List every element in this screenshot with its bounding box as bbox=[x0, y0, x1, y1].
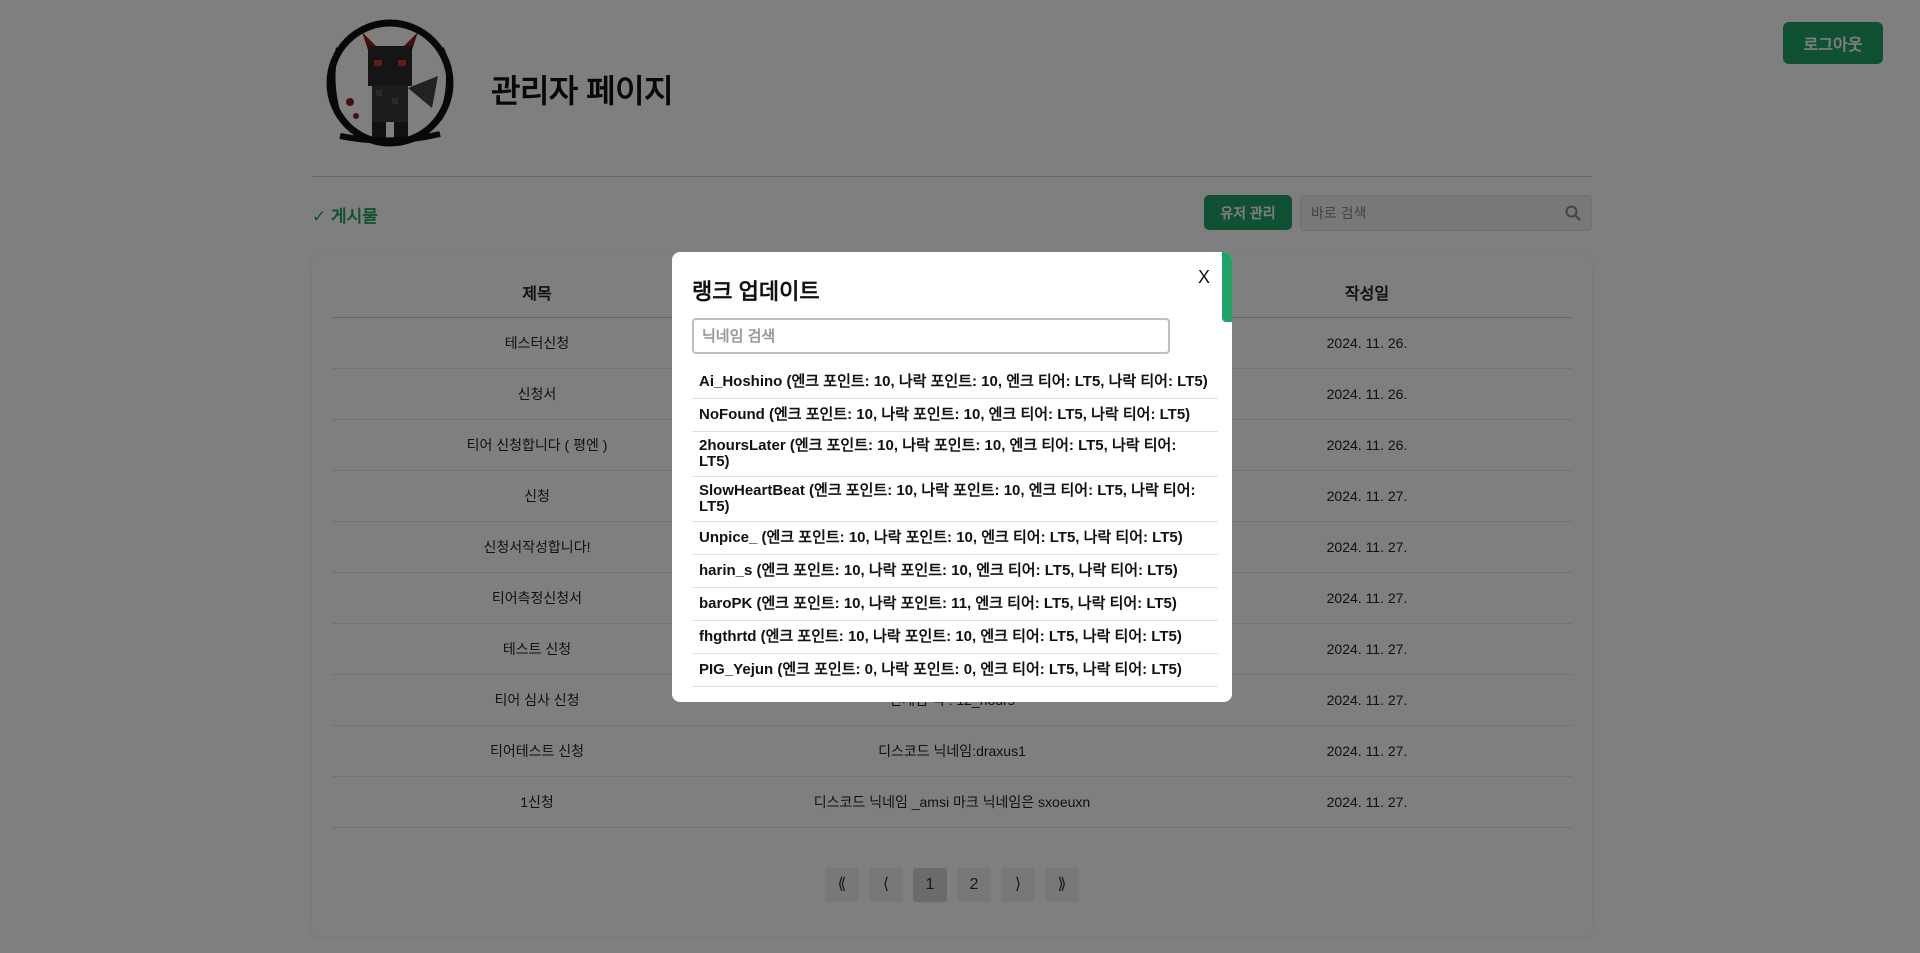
rank-update-modal: 랭크 업데이트 X Ai_Hoshino (엔크 포인트: 10, 나락 포인트… bbox=[672, 252, 1232, 702]
user-list-item[interactable]: baroPK (엔크 포인트: 10, 나락 포인트: 11, 엔크 티어: L… bbox=[692, 588, 1218, 621]
nickname-search-input[interactable] bbox=[692, 318, 1170, 354]
close-button[interactable]: X bbox=[1192, 262, 1216, 292]
user-list-item[interactable]: Ai_Hoshino (엔크 포인트: 10, 나락 포인트: 10, 엔크 티… bbox=[692, 366, 1218, 399]
modal-scrollbar[interactable] bbox=[1222, 252, 1232, 322]
user-list-item[interactable]: SlowHeartBeat (엔크 포인트: 10, 나락 포인트: 10, 엔… bbox=[692, 477, 1218, 522]
modal-title: 랭크 업데이트 bbox=[692, 279, 820, 304]
user-list-item[interactable]: PIG_Yejun (엔크 포인트: 0, 나락 포인트: 0, 엔크 티어: … bbox=[692, 654, 1218, 687]
admin-page: 관리자 페이지 로그아웃 ✓ 게시물 유저 관리 제목 내용 작성일 테스터신청… bbox=[0, 0, 1920, 953]
user-list: Ai_Hoshino (엔크 포인트: 10, 나락 포인트: 10, 엔크 티… bbox=[692, 366, 1218, 687]
user-list-item[interactable]: NoFound (엔크 포인트: 10, 나락 포인트: 10, 엔크 티어: … bbox=[692, 399, 1218, 432]
user-list-item[interactable]: harin_s (엔크 포인트: 10, 나락 포인트: 10, 엔크 티어: … bbox=[692, 555, 1218, 588]
user-list-item[interactable]: 2hoursLater (엔크 포인트: 10, 나락 포인트: 10, 엔크 … bbox=[692, 432, 1218, 477]
user-list-item[interactable]: Unpice_ (엔크 포인트: 10, 나락 포인트: 10, 엔크 티어: … bbox=[692, 522, 1218, 555]
user-list-item[interactable]: fhgthrtd (엔크 포인트: 10, 나락 포인트: 10, 엔크 티어:… bbox=[692, 621, 1218, 654]
